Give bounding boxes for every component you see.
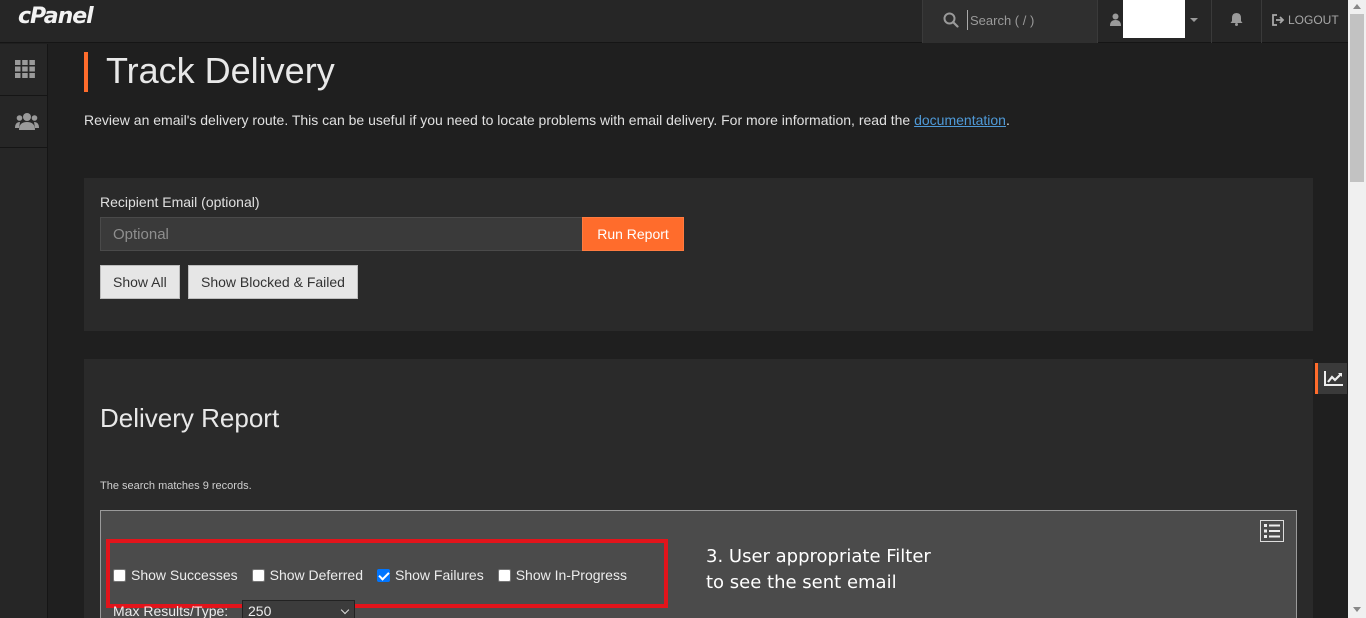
recipient-email-input[interactable] (100, 217, 583, 251)
chart-line-icon (1324, 371, 1343, 386)
recipient-email-label: Recipient Email (optional) (100, 194, 260, 210)
documentation-link[interactable]: documentation (914, 112, 1006, 128)
search-icon (943, 12, 959, 28)
left-sidebar (0, 44, 48, 618)
logout-label: LOGOUT (1288, 13, 1339, 27)
annotation-line-1: 3. User appropriate Filter (706, 546, 931, 567)
report-filter-area: Show Successes Show Deferred Show Failur… (100, 510, 1297, 618)
run-report-button[interactable]: Run Report (582, 217, 684, 251)
sidebar-item-users[interactable] (0, 96, 48, 148)
description-suffix: . (1005, 112, 1010, 128)
search-form-panel: Recipient Email (optional) Run Report Sh… (84, 178, 1313, 331)
sidebar-item-home[interactable] (0, 44, 48, 96)
logout-button[interactable]: LOGOUT (1266, 0, 1344, 43)
description-text: Review an email's delivery route. This c… (84, 112, 915, 128)
user-menu[interactable] (1098, 0, 1212, 43)
page-scrollbar[interactable] (1348, 0, 1366, 618)
match-count-text: The search matches 9 records. (100, 480, 252, 492)
scroll-thumb[interactable] (1350, 14, 1364, 182)
max-results-value: 250 (248, 603, 272, 618)
delivery-report-panel: Delivery Report The search matches 9 rec… (84, 359, 1313, 618)
username-redacted (1123, 0, 1185, 38)
show-all-button[interactable]: Show All (100, 265, 180, 299)
annotation-line-2: to see the sent email (706, 572, 897, 593)
annotation-highlight-box (106, 539, 668, 608)
caret-down-icon (1190, 18, 1198, 22)
delivery-report-title: Delivery Report (100, 403, 280, 433)
search-box (922, 0, 1098, 43)
cpanel-logo[interactable]: cPanel (18, 4, 94, 29)
page-title: Track Delivery (106, 50, 335, 91)
scroll-up-arrow[interactable] (1353, 4, 1361, 9)
max-results-select[interactable]: 250 (242, 600, 355, 618)
top-bar: cPanel LOGOUT (0, 0, 1348, 43)
scroll-down-arrow[interactable] (1353, 607, 1361, 612)
grid-icon (15, 60, 35, 78)
bell-icon (1230, 13, 1243, 26)
chevron-down-icon (340, 605, 350, 615)
annotation-text: 3. User appropriate Filter to see the se… (706, 544, 931, 596)
title-accent-bar (84, 52, 88, 92)
logout-icon (1272, 14, 1285, 26)
show-blocked-failed-button[interactable]: Show Blocked & Failed (188, 265, 358, 299)
stats-tab-button[interactable] (1315, 363, 1347, 394)
max-results-label: Max Results/Type: (113, 603, 229, 618)
list-icon (1264, 524, 1280, 538)
notifications-button[interactable] (1212, 0, 1262, 43)
search-input[interactable] (967, 10, 1087, 30)
user-icon (1110, 13, 1121, 26)
page-description: Review an email's delivery route. This c… (84, 112, 1010, 128)
column-toggle-button[interactable] (1260, 520, 1284, 542)
users-icon (15, 113, 39, 130)
